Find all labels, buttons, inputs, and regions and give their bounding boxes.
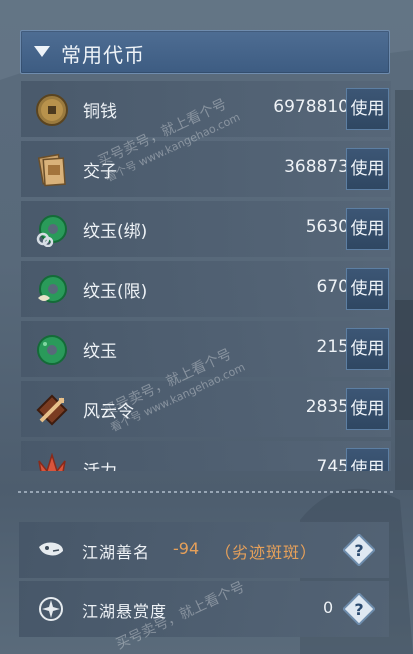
currency-row-jade-bound: 纹玉(绑) 5630 使用 xyxy=(21,201,391,257)
svg-text:?: ? xyxy=(354,541,363,560)
currency-row-copper: 铜钱 6978810 使用 xyxy=(21,81,391,137)
currency-value: 2835 xyxy=(305,397,349,417)
banknote-icon xyxy=(37,153,66,187)
bounty-icon xyxy=(39,597,63,621)
section-divider xyxy=(18,491,394,493)
currency-name: 纹玉(限) xyxy=(83,282,148,302)
currency-value: 6978810 xyxy=(273,97,349,117)
currency-value: 670 xyxy=(316,277,349,297)
jade-bound-icon xyxy=(36,215,67,247)
currency-row-vitality: 活力 745 使用 xyxy=(21,441,391,471)
copper-coin-icon xyxy=(36,94,68,126)
currency-value: 745 xyxy=(316,457,349,471)
reputation-value: 0 xyxy=(323,598,334,617)
reputation-name: 江湖善名 xyxy=(82,543,151,562)
section-title: 常用代币 xyxy=(61,43,145,67)
currency-name: 活力 xyxy=(83,457,117,471)
use-button[interactable]: 使用 xyxy=(346,448,389,471)
collapse-triangle-icon xyxy=(34,46,50,57)
currency-row-fengyun: 风云令 2835 使用 xyxy=(21,381,391,437)
reputation-status: （劣迹斑斑） xyxy=(215,543,318,562)
mask-icon xyxy=(39,542,63,556)
currency-name: 铜钱 xyxy=(83,102,117,122)
reputation-name: 江湖悬赏度 xyxy=(82,602,168,621)
use-button[interactable]: 使用 xyxy=(346,388,389,430)
currency-row-banknote: 交子 368873 使用 xyxy=(21,141,391,197)
currency-name: 风云令 xyxy=(83,402,134,422)
jade-icon xyxy=(37,335,67,365)
currency-value: 5630 xyxy=(305,217,349,237)
question-diamond-icon[interactable]: ? xyxy=(343,593,375,625)
currency-list[interactable]: 铜钱 6978810 使用 交子 368873 使用 纹玉(绑) 5630 使用… xyxy=(21,81,391,471)
use-button[interactable]: 使用 xyxy=(346,328,389,370)
reputation-row-goodname: 江湖善名 -94 （劣迹斑斑） ? xyxy=(19,522,389,578)
fengyun-token-icon xyxy=(36,394,68,426)
reputation-value: -94 xyxy=(173,539,200,558)
currency-name: 纹玉 xyxy=(83,342,117,362)
use-button[interactable]: 使用 xyxy=(346,268,389,310)
currency-value: 368873 xyxy=(284,157,349,177)
currency-section-header[interactable]: 常用代币 xyxy=(20,30,390,74)
svg-text:?: ? xyxy=(354,600,363,619)
use-button[interactable]: 使用 xyxy=(346,88,389,130)
currency-value: 215 xyxy=(316,337,349,357)
currency-row-jade: 纹玉 215 使用 xyxy=(21,321,391,377)
currency-row-jade-limited: 纹玉(限) 670 使用 xyxy=(21,261,391,317)
currency-name: 交子 xyxy=(83,162,117,182)
currency-name: 纹玉(绑) xyxy=(83,222,148,242)
jade-limited-icon xyxy=(38,275,67,303)
reputation-row-bounty: 江湖悬赏度 0 ? xyxy=(19,581,389,637)
use-button[interactable]: 使用 xyxy=(346,148,389,190)
vitality-icon xyxy=(38,453,66,471)
use-button[interactable]: 使用 xyxy=(346,208,389,250)
question-diamond-icon[interactable]: ? xyxy=(343,534,375,566)
